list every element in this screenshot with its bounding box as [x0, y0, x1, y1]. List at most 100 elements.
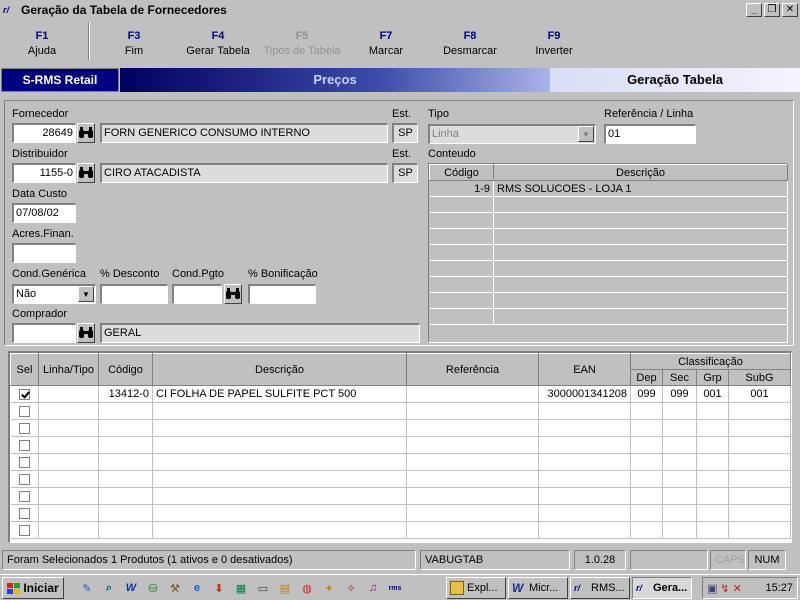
col-header-subg[interactable]: SubG [728, 369, 791, 386]
row-select-cell[interactable] [10, 419, 39, 437]
supplier-search-binoculars-icon[interactable] [77, 123, 95, 143]
quick-launch-grid-icon[interactable]: ▦ [232, 579, 250, 597]
quick-launch-search-icon[interactable]: ⌕ [100, 579, 118, 597]
task-word[interactable]: W Micr... [508, 577, 568, 599]
clock[interactable]: 15:27 [765, 582, 793, 594]
row-select-cell[interactable] [10, 402, 39, 420]
row-select-checkbox[interactable] [18, 422, 30, 434]
table-row[interactable] [10, 453, 791, 471]
content-col-code[interactable]: Código [429, 164, 494, 181]
row-select-checkbox[interactable] [18, 524, 30, 536]
table-row[interactable] [10, 521, 791, 539]
row-select-checkbox[interactable] [18, 439, 30, 451]
quick-launch-word-icon[interactable]: W [122, 579, 140, 597]
quick-launch-monitor-icon[interactable]: ▭ [254, 579, 272, 597]
bonus-input[interactable] [248, 284, 316, 304]
table-row[interactable] [429, 292, 788, 309]
title-bar[interactable]: r/ Geração da Tabela de Fornecedores _ ❐… [0, 0, 800, 20]
financial-surcharge-input[interactable] [12, 243, 76, 263]
col-header-dep[interactable]: Dep [630, 369, 663, 386]
row-select-checkbox[interactable] [18, 388, 30, 400]
table-row[interactable] [429, 260, 788, 277]
f7-mark-button[interactable]: F7 Marcar [344, 28, 428, 60]
minimize-button[interactable]: _ [746, 3, 762, 17]
table-row[interactable] [429, 244, 788, 261]
close-button[interactable]: ✕ [782, 3, 798, 17]
col-header-sec[interactable]: Sec [662, 369, 697, 386]
row-select-checkbox[interactable] [18, 490, 30, 502]
buyer-code-input[interactable] [12, 323, 76, 343]
table-row[interactable] [429, 228, 788, 245]
col-header-code[interactable]: Código [98, 353, 153, 386]
row-select-checkbox[interactable] [18, 473, 30, 485]
row-select-checkbox[interactable] [18, 507, 30, 519]
col-header-description[interactable]: Descrição [152, 353, 407, 386]
row-select-cell[interactable] [10, 385, 39, 403]
f1-help-button[interactable]: F1 Ajuda [0, 28, 84, 60]
row-select-checkbox[interactable] [18, 405, 30, 417]
table-row[interactable]: 13412-0 CI FOLHA DE PAPEL SULFITE PCT 50… [10, 385, 791, 403]
col-header-reference[interactable]: Referência [406, 353, 539, 386]
table-row[interactable] [10, 470, 791, 488]
quick-launch-download-icon[interactable]: ⬇ [210, 579, 228, 597]
row-select-cell[interactable] [10, 504, 39, 522]
col-header-ean[interactable]: EAN [538, 353, 631, 386]
row-select-cell[interactable] [10, 436, 39, 454]
f4-generate-table-button[interactable]: F4 Gerar Tabela [176, 28, 260, 60]
content-grid[interactable]: Código Descrição 1-9 RMS SOLUCOES - LOJA… [428, 163, 788, 343]
table-row[interactable] [10, 402, 791, 420]
quick-launch-acrobat-icon[interactable]: ✧ [342, 579, 360, 597]
quick-launch-tools-icon[interactable]: ⚒ [166, 579, 184, 597]
task-explorer[interactable]: Expl... [446, 577, 506, 599]
col-header-sel[interactable]: Sel [10, 353, 39, 386]
type-select[interactable]: Linha [428, 124, 596, 144]
reference-line-input[interactable]: 01 [604, 124, 696, 144]
table-row[interactable] [429, 212, 788, 229]
row-select-checkbox[interactable] [18, 456, 30, 468]
table-row[interactable] [10, 436, 791, 454]
products-grid[interactable]: Sel Linha/Tipo Código Descrição Referênc… [8, 351, 792, 543]
f8-unmark-button[interactable]: F8 Desmarcar [428, 28, 512, 60]
task-rms[interactable]: r/ RMS... [570, 577, 630, 599]
table-row[interactable] [10, 419, 791, 437]
row-select-cell[interactable] [10, 470, 39, 488]
table-row[interactable] [429, 308, 788, 325]
content-col-description[interactable]: Descrição [493, 164, 788, 181]
col-header-line-type[interactable]: Linha/Tipo [38, 353, 99, 386]
table-row[interactable] [429, 276, 788, 293]
f3-exit-button[interactable]: F3 Fim [92, 28, 176, 60]
table-row[interactable] [429, 196, 788, 213]
col-header-grp[interactable]: Grp [696, 369, 729, 386]
supplier-code-input[interactable]: 28649 [12, 123, 76, 143]
quick-launch-app-icon[interactable]: ✦ [320, 579, 338, 597]
tray-speaker-muted-icon[interactable]: ✕ [733, 582, 742, 595]
payment-condition-search-binoculars-icon[interactable] [224, 284, 242, 304]
f5-table-types-button[interactable]: F5 Tipos de Tabela [260, 28, 344, 60]
generic-condition-dropdown-arrow-icon[interactable]: ▼ [78, 286, 94, 302]
quick-launch-notepad-icon[interactable]: ✎ [78, 579, 96, 597]
row-select-cell[interactable] [10, 487, 39, 505]
payment-condition-input[interactable] [172, 284, 222, 304]
maximize-button[interactable]: ❐ [764, 3, 780, 17]
tray-signal-icon[interactable]: ↯ [720, 582, 729, 595]
quick-launch-ie-icon[interactable]: e [188, 579, 206, 597]
distributor-search-binoculars-icon[interactable] [77, 163, 95, 183]
table-row[interactable]: 1-9 RMS SOLUCOES - LOJA 1 [429, 180, 788, 197]
distributor-code-input[interactable]: 1155-0 [12, 163, 76, 183]
discount-input[interactable] [100, 284, 168, 304]
type-dropdown-arrow-icon[interactable]: ▼ [578, 126, 594, 142]
row-select-cell[interactable] [10, 453, 39, 471]
quick-launch-network-icon[interactable]: ⛁ [144, 579, 162, 597]
start-button[interactable]: Iniciar [2, 577, 64, 599]
quick-launch-globe-icon[interactable]: ◍ [298, 579, 316, 597]
quick-launch-rms-icon[interactable]: rms [386, 579, 404, 597]
buyer-search-binoculars-icon[interactable] [77, 323, 95, 343]
quick-launch-media-icon[interactable]: ♫ [364, 579, 382, 597]
row-select-cell[interactable] [10, 521, 39, 539]
cost-date-input[interactable]: 07/08/02 [12, 203, 76, 223]
table-row[interactable] [10, 504, 791, 522]
f9-invert-button[interactable]: F9 Inverter [512, 28, 596, 60]
task-geracao-active[interactable]: r/ Gera... [632, 577, 692, 599]
table-row[interactable] [10, 487, 791, 505]
tray-network-icon[interactable]: ▣ [707, 582, 717, 595]
